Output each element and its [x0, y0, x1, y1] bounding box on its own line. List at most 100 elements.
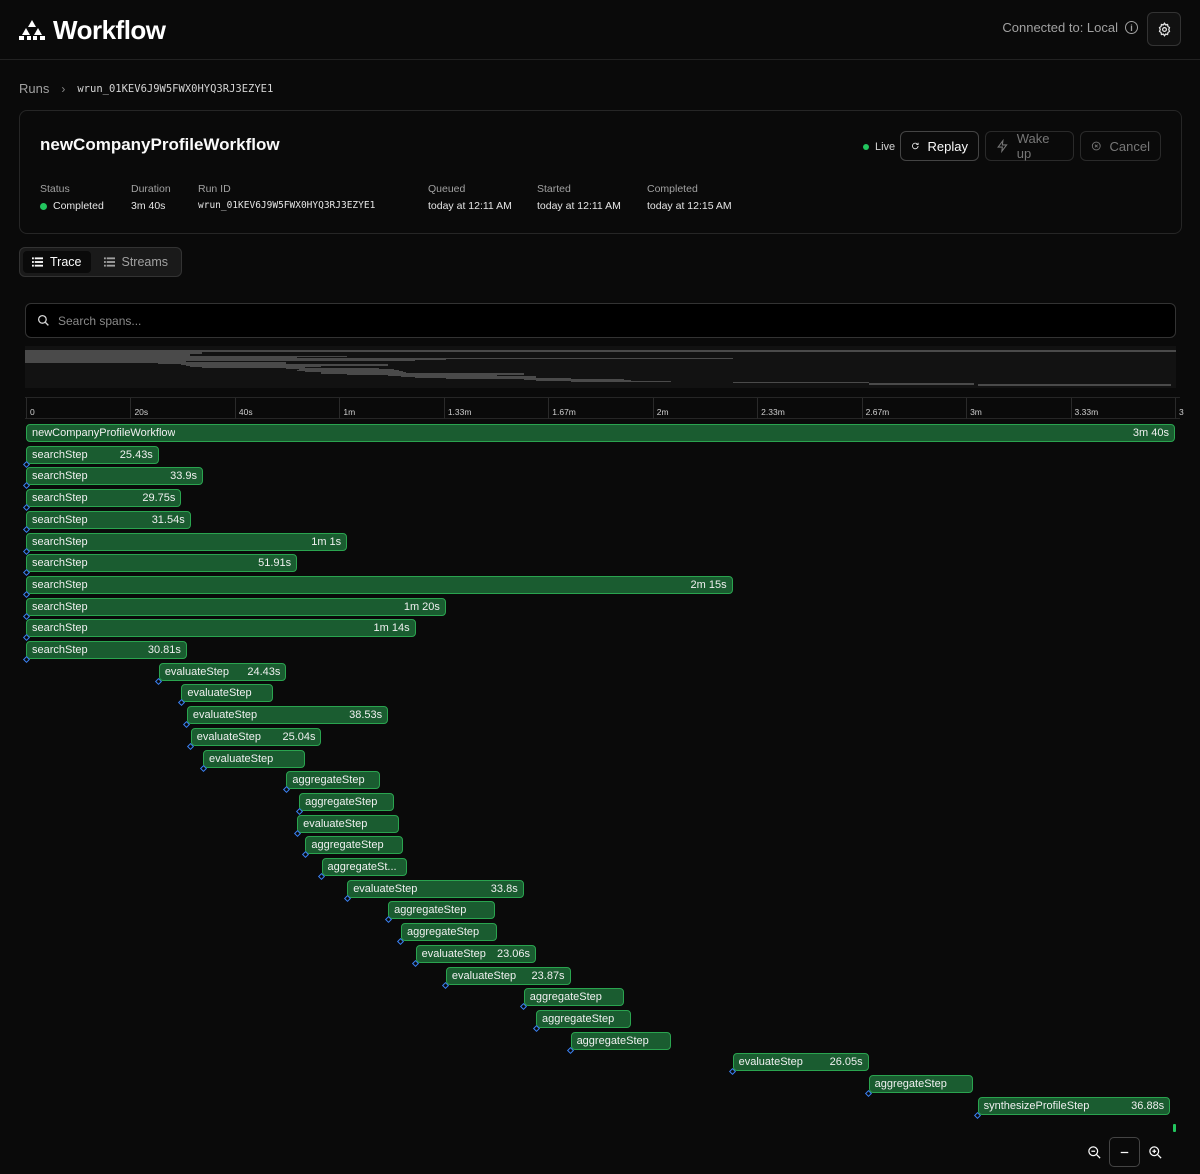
started-value: today at 12:11 AM [537, 200, 621, 212]
trace-span[interactable]: aggregateStep [536, 1009, 632, 1028]
trace-span[interactable]: aggregateStep [299, 792, 395, 811]
trace-span[interactable]: searchStep 30.81s [26, 641, 187, 659]
span-duration: 25.04s [282, 730, 316, 743]
trace-span[interactable]: evaluateStep 24.43s [158, 662, 287, 681]
replay-button[interactable]: Replay [900, 131, 979, 161]
search-icon [37, 314, 49, 326]
trace-span[interactable]: searchStep 2m 15s [26, 575, 733, 594]
span-duration: 24.43s [247, 665, 281, 678]
span-name: evaluateStep [353, 882, 418, 895]
span-start-anchor-icon [177, 699, 185, 707]
ruler-tick [234, 398, 236, 419]
trace-span[interactable]: evaluateStep 26.05s [732, 1053, 869, 1072]
breadcrumb-runs-link[interactable]: Runs [19, 81, 49, 96]
span-search [25, 303, 1176, 338]
workflow-logo-icon [19, 20, 45, 40]
trace-span[interactable]: evaluateStep [203, 749, 306, 768]
zoom-out-button[interactable] [1079, 1137, 1110, 1167]
zoom-out-icon [1088, 1145, 1101, 1159]
trace-span[interactable]: evaluateStep 23.87s [445, 966, 571, 985]
run-id-label: Run ID [198, 183, 231, 195]
trace-span[interactable]: aggregateStep [305, 836, 404, 855]
minimap-bar [570, 380, 672, 383]
span-duration: 33.9s [170, 470, 198, 483]
info-icon[interactable]: i [1125, 21, 1138, 34]
span-name: evaluateStep [738, 1056, 803, 1069]
span-duration: 33.8s [490, 882, 518, 895]
trace-span[interactable]: evaluateStep 23.06s [415, 944, 537, 963]
zoom-reset-button[interactable] [1109, 1137, 1140, 1167]
chevron-right-icon: › [61, 81, 66, 96]
trace-span[interactable]: aggregateSt... [321, 858, 407, 876]
trace-span[interactable]: evaluateStep 25.04s [190, 727, 322, 746]
cancel-button[interactable]: Cancel [1080, 131, 1161, 161]
trace-span[interactable]: searchStep 29.75s [26, 489, 182, 508]
span-name: evaluateStep [209, 752, 274, 765]
span-name: searchStep [32, 644, 88, 656]
span-name: aggregateStep [311, 839, 384, 852]
trace-span[interactable]: aggregateStep [286, 771, 380, 790]
trace-span[interactable]: synthesizeProfileStep 36.88s [977, 1096, 1171, 1115]
ruler-tick-label: 2.33m [761, 407, 785, 417]
trace-span[interactable]: evaluateStep 38.53s [186, 706, 389, 725]
trace-span[interactable]: evaluateStep [297, 814, 400, 833]
span-duration: 2m 15s [690, 578, 727, 591]
span-duration: 25.43s [119, 448, 153, 461]
span-duration: 1m 14s [373, 622, 410, 635]
list-icon [103, 257, 115, 267]
timeline-minimap[interactable] [25, 346, 1176, 388]
list-icon [32, 257, 43, 267]
trace-span[interactable]: aggregateStep [523, 988, 624, 1007]
ruler-tick-label: 40s [238, 407, 253, 417]
span-name: aggregateStep [394, 904, 467, 917]
span-duration: 30.81s [147, 644, 181, 656]
ruler-tick-label: 0 [30, 407, 35, 417]
span-name: evaluateStep [451, 969, 517, 982]
trace-span[interactable]: aggregateStep [868, 1075, 974, 1093]
span-start-anchor-icon [384, 916, 392, 924]
tab-trace[interactable]: Trace [23, 251, 91, 273]
connection-label: Connected to: Local [1002, 20, 1118, 35]
ruler-tick-label: 1m [343, 407, 356, 417]
run-id-value[interactable]: wrun_01KEV6J9W5FWX0HYQ3RJ3EZYE1 [198, 200, 375, 211]
trace-span[interactable]: evaluateStep 33.8s [347, 879, 524, 898]
trace-span[interactable]: searchStep 33.9s [26, 467, 204, 486]
settings-button[interactable] [1147, 12, 1181, 46]
span-name: aggregateStep [406, 926, 480, 939]
span-name: aggregateStep [874, 1078, 947, 1090]
ruler-tick [966, 398, 968, 419]
trace-span[interactable]: searchStep 1m 20s [26, 597, 446, 616]
trace-span[interactable]: newCompanyProfileWorkflow 3m 40s [26, 424, 1175, 442]
brand-logo[interactable]: Workflow [19, 14, 166, 46]
trace-span[interactable]: evaluateStep [181, 684, 274, 703]
ruler-tick-label: 3m [970, 407, 982, 417]
wake-up-button[interactable]: Wake up [985, 131, 1074, 161]
trace-span[interactable]: aggregateStep [388, 901, 496, 920]
trace-span[interactable]: searchStep 25.43s [26, 445, 159, 464]
span-name: evaluateStep [164, 665, 230, 678]
zoom-in-button[interactable] [1140, 1137, 1171, 1167]
live-dot-icon [863, 144, 869, 150]
span-duration: 29.75s [142, 492, 176, 505]
trace-span[interactable]: searchStep 1m 14s [26, 619, 416, 638]
brand-name: Workflow [53, 14, 166, 45]
duration-label: Duration [131, 183, 171, 195]
trace-span[interactable]: searchStep 1m 1s [26, 532, 348, 551]
breadcrumb-current: wrun_01KEV6J9W5FWX0HYQ3RJ3EZYE1 [77, 82, 274, 95]
trace-span[interactable]: searchStep 51.91s [26, 554, 298, 573]
connection-status: Connected to: Local i [1002, 20, 1138, 35]
trace-span[interactable]: aggregateStep [400, 923, 498, 942]
span-name: aggregateStep [305, 795, 378, 808]
trace-span[interactable]: searchStep 31.54s [26, 510, 191, 529]
ruler-tick [130, 398, 132, 419]
zoom-in-icon [1149, 1145, 1162, 1159]
span-duration: 1m 1s [311, 535, 342, 548]
tab-streams[interactable]: Streams [95, 251, 178, 273]
trace-span[interactable]: aggregateStep [570, 1031, 672, 1050]
span-duration: 23.06s [497, 947, 531, 960]
ruler-tick-label: 1.33m [447, 407, 472, 417]
span-name: searchStep [32, 470, 88, 483]
minimap-bar [869, 383, 974, 385]
breadcrumb: Runs › wrun_01KEV6J9W5FWX0HYQ3RJ3EZYE1 [19, 81, 273, 96]
search-input[interactable] [58, 313, 1164, 328]
